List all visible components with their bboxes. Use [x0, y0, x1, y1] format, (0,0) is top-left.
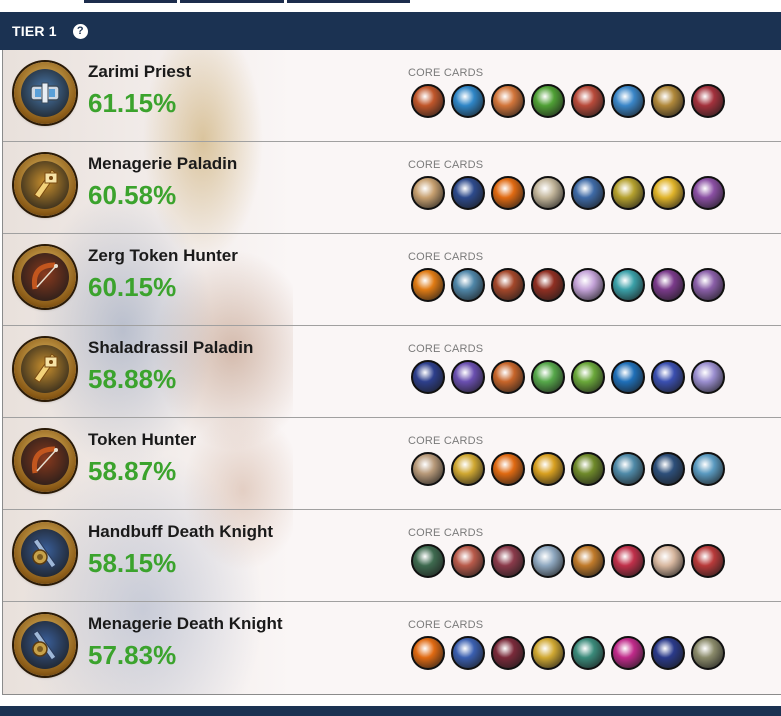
priest-icon	[14, 62, 76, 124]
next-tier-header	[0, 706, 781, 716]
core-cards-label: CORE CARDS	[408, 527, 484, 539]
deck-winrate: 58.15%	[88, 548, 177, 578]
elf-card-icon[interactable]	[411, 360, 445, 394]
deck-name[interactable]: Token Hunter	[88, 430, 196, 450]
deck-row[interactable]: Menagerie Death Knight 57.83% CORE CARDS	[3, 602, 781, 693]
deck-name[interactable]: Shaladrassil Paladin	[88, 338, 253, 358]
bone-card-icon[interactable]	[491, 636, 525, 670]
night-card-icon[interactable]	[651, 452, 685, 486]
moth-card-icon[interactable]	[531, 636, 565, 670]
crystal-card-icon[interactable]	[611, 360, 645, 394]
orange-orb-card-icon[interactable]	[411, 268, 445, 302]
unicorn-card-icon[interactable]	[451, 360, 485, 394]
fiend-card-icon[interactable]	[691, 544, 725, 578]
shadow-card-icon[interactable]	[651, 636, 685, 670]
robot-card-icon[interactable]	[411, 176, 445, 210]
red-dragon-card-icon[interactable]	[691, 84, 725, 118]
tier-title: TIER 1	[12, 23, 57, 39]
hydralisk-card-icon[interactable]	[451, 268, 485, 302]
shark-card-icon[interactable]	[451, 636, 485, 670]
death-knight-icon	[14, 522, 76, 584]
paladin-icon	[14, 154, 76, 216]
pumpkin-card-icon[interactable]	[411, 636, 445, 670]
deck-winrate: 61.15%	[88, 88, 177, 118]
deck-name[interactable]: Menagerie Death Knight	[88, 614, 283, 634]
core-cards-label: CORE CARDS	[408, 159, 484, 171]
dragon-card-icon[interactable]	[411, 84, 445, 118]
orc-card-icon[interactable]	[491, 360, 525, 394]
beast-card-icon[interactable]	[611, 268, 645, 302]
bird-card-icon[interactable]	[491, 84, 525, 118]
warrior-card-icon[interactable]	[571, 176, 605, 210]
deck-winrate: 57.83%	[88, 640, 177, 670]
pumpkin-card-icon[interactable]	[491, 452, 525, 486]
wolf-card-icon[interactable]	[531, 544, 565, 578]
tier-header: TIER 1 ?	[0, 12, 781, 50]
wyrm-card-icon[interactable]	[651, 84, 685, 118]
magenta-card-icon[interactable]	[611, 636, 645, 670]
spell-card-icon[interactable]	[571, 268, 605, 302]
gold-helm-card-icon[interactable]	[651, 176, 685, 210]
paladin-icon	[14, 338, 76, 400]
deck-row[interactable]: Token Hunter 58.87% CORE CARDS	[3, 418, 781, 510]
top-nav-strip	[0, 0, 781, 10]
ghost-card-icon[interactable]	[611, 452, 645, 486]
core-cards-label: CORE CARDS	[408, 343, 484, 355]
golden-card-icon[interactable]	[611, 176, 645, 210]
deck-row[interactable]: Shaladrassil Paladin 58.88% CORE CARDS	[3, 326, 781, 418]
deck-name[interactable]: Handbuff Death Knight	[88, 522, 273, 542]
core-cards-label: CORE CARDS	[408, 67, 484, 79]
deck-winrate: 60.15%	[88, 272, 177, 302]
dragonkin-card-icon[interactable]	[571, 636, 605, 670]
gnome-card-icon[interactable]	[691, 452, 725, 486]
brood-card-icon[interactable]	[651, 268, 685, 302]
deck-winrate: 58.88%	[88, 364, 177, 394]
creature-card-icon[interactable]	[571, 84, 605, 118]
deck-winrate: 60.58%	[88, 180, 177, 210]
deck-list: Zarimi Priest 61.15% CORE CARDS Menagerie P…	[2, 50, 781, 695]
violet-card-icon[interactable]	[691, 360, 725, 394]
purple-beast-card-icon[interactable]	[691, 268, 725, 302]
deck-row[interactable]: Menagerie Paladin 60.58% CORE CARDS	[3, 142, 781, 234]
purple-paladin-card-icon[interactable]	[691, 176, 725, 210]
pale-card-icon[interactable]	[651, 544, 685, 578]
lich-card-icon[interactable]	[691, 636, 725, 670]
blue-creature-card-icon[interactable]	[611, 84, 645, 118]
vine-card-icon[interactable]	[571, 452, 605, 486]
undead-card-icon[interactable]	[451, 544, 485, 578]
core-cards-label: CORE CARDS	[408, 619, 484, 631]
deck-name[interactable]: Zarimi Priest	[88, 62, 191, 82]
deck-name[interactable]: Zerg Token Hunter	[88, 246, 238, 266]
eagle-card-icon[interactable]	[531, 176, 565, 210]
murloc-card-icon[interactable]	[451, 84, 485, 118]
red-zerg-card-icon[interactable]	[531, 268, 565, 302]
barrel-card-icon[interactable]	[571, 544, 605, 578]
demon-card-icon[interactable]	[571, 360, 605, 394]
imp-card-icon[interactable]	[611, 544, 645, 578]
mech-card-icon[interactable]	[451, 176, 485, 210]
core-cards-label: CORE CARDS	[408, 435, 484, 447]
deck-row[interactable]: Zerg Token Hunter 60.15% CORE CARDS	[3, 234, 781, 326]
goblin-card-icon[interactable]	[411, 544, 445, 578]
pumpkin-card-icon[interactable]	[491, 176, 525, 210]
ghoul-card-icon[interactable]	[491, 544, 525, 578]
top-tabs[interactable]	[84, 0, 410, 3]
spirit-card-icon[interactable]	[651, 360, 685, 394]
moth-card-icon[interactable]	[451, 452, 485, 486]
deck-winrate: 58.87%	[88, 456, 177, 486]
deck-row[interactable]: Handbuff Death Knight 58.15% CORE CARDS	[3, 510, 781, 602]
bee-card-icon[interactable]	[531, 452, 565, 486]
core-cards-label: CORE CARDS	[408, 251, 484, 263]
green-dragon-card-icon[interactable]	[531, 84, 565, 118]
help-icon[interactable]: ?	[72, 23, 88, 39]
deck-row[interactable]: Zarimi Priest 61.15% CORE CARDS	[3, 50, 781, 142]
deck-name[interactable]: Menagerie Paladin	[88, 154, 237, 174]
frog-card-icon[interactable]	[531, 360, 565, 394]
hunter-icon	[14, 430, 76, 492]
hunter-icon	[14, 246, 76, 308]
zerg-card-icon[interactable]	[491, 268, 525, 302]
death-knight-icon	[14, 614, 76, 676]
owl-card-icon[interactable]	[411, 452, 445, 486]
